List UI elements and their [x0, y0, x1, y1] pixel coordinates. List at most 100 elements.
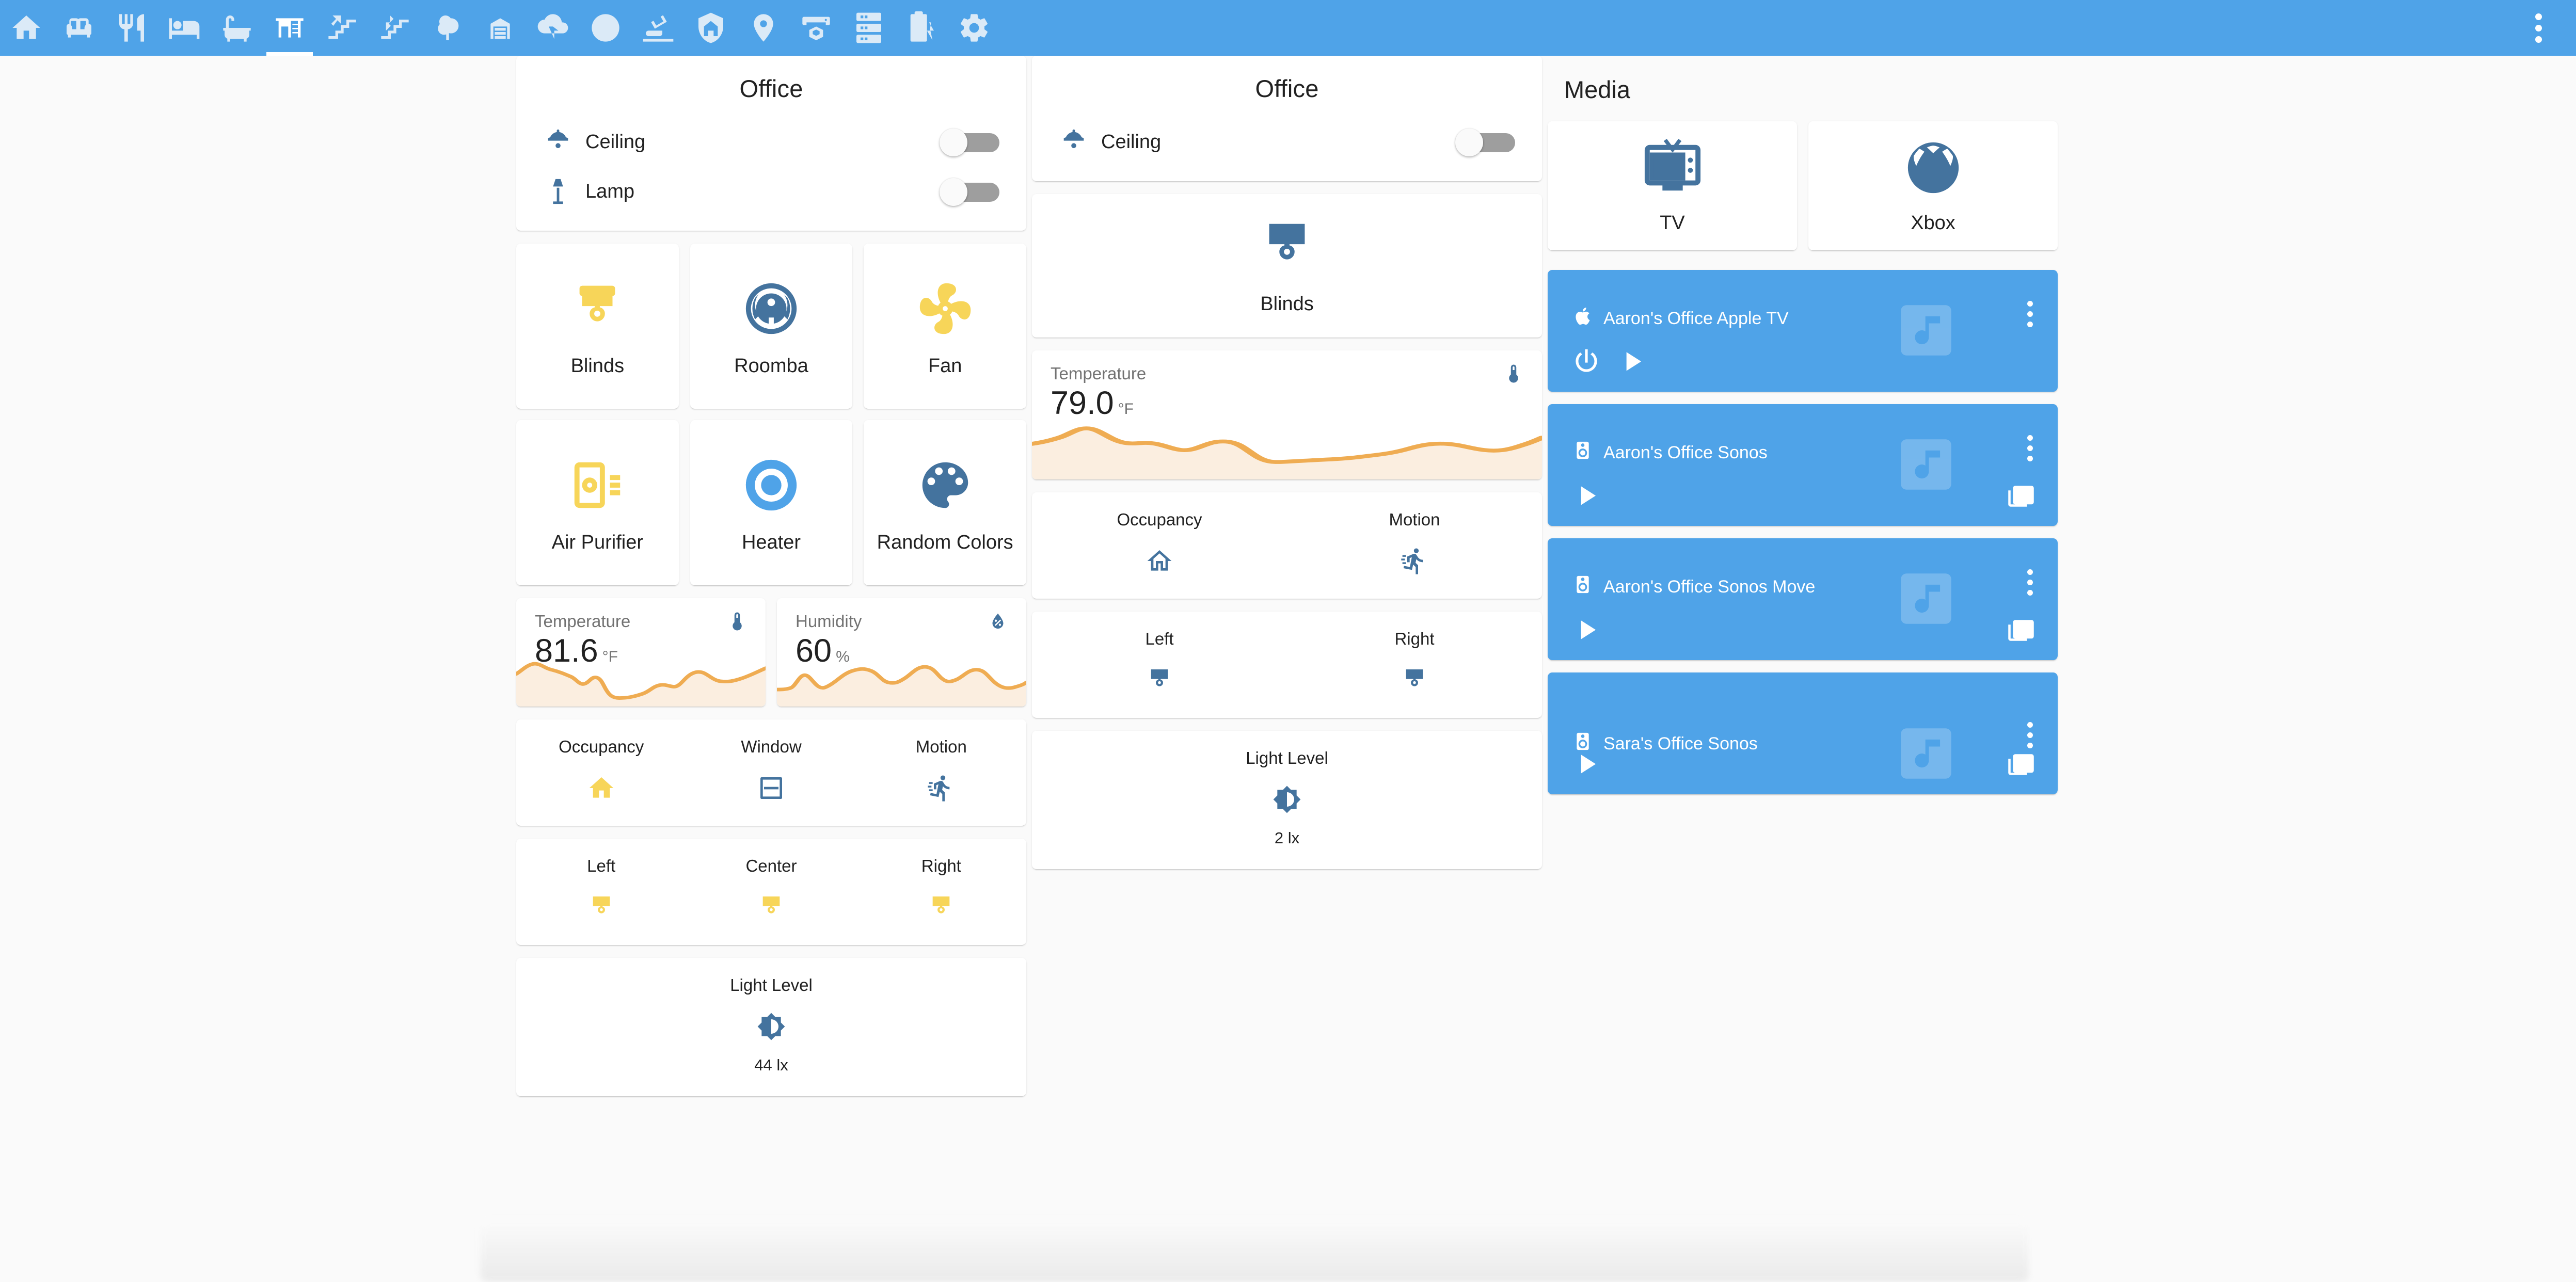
- play-box-multiple-icon[interactable]: [2007, 480, 2035, 510]
- tab-3d-printer[interactable]: [790, 0, 842, 56]
- play-icon[interactable]: [1616, 345, 1648, 377]
- column-1: Office Ceiling Lamp Blinds Roomba Fan Ai…: [516, 56, 1026, 1109]
- sensor-name: Temperature: [1051, 364, 1147, 383]
- play-box-multiple-icon[interactable]: [2007, 748, 2035, 779]
- roller-shade-icon: [927, 891, 956, 923]
- glance-item-right-2[interactable]: Right: [1287, 629, 1542, 696]
- media-player-controls: [1570, 345, 1648, 377]
- brightness-6-icon: [757, 1011, 786, 1043]
- button-blinds[interactable]: Blinds: [516, 244, 679, 409]
- play-icon[interactable]: [1570, 748, 1602, 780]
- glance-item-center[interactable]: Center: [686, 856, 856, 923]
- run-icon: [927, 772, 956, 804]
- cctv-icon: [642, 11, 675, 44]
- media-tile-xbox[interactable]: Xbox: [1808, 121, 2058, 250]
- media-player-overflow-icon[interactable]: [2027, 722, 2033, 748]
- glance-card-binary-sensors-2: Occupancy Motion: [1032, 492, 1542, 599]
- power-icon[interactable]: [1570, 345, 1602, 377]
- tab-security[interactable]: [685, 0, 737, 56]
- glance-item-light-level-2[interactable]: Light Level 2 lx: [1032, 748, 1542, 847]
- media-player-name: Aaron's Office Sonos: [1603, 442, 1768, 462]
- office-lights-card: Office Ceiling Lamp: [516, 56, 1026, 231]
- tab-batteries[interactable]: [895, 0, 948, 56]
- partial-bottom-sheet: [480, 1220, 2029, 1282]
- tab-bathroom[interactable]: [211, 0, 263, 56]
- tab-upstairs[interactable]: [369, 0, 421, 56]
- play-icon[interactable]: [1570, 479, 1602, 511]
- sensor-sparkline: [777, 650, 1026, 707]
- media-player-name: Aaron's Office Sonos Move: [1603, 576, 1816, 597]
- tab-living-room[interactable]: [53, 0, 105, 56]
- glance-label: Left: [1145, 629, 1174, 648]
- play-box-multiple-icon[interactable]: [2007, 614, 2035, 645]
- sensor-sparkline: [516, 650, 766, 707]
- tab-kitchen[interactable]: [105, 0, 158, 56]
- sensor-card-temperature-2[interactable]: Temperature 79.0 °F: [1032, 350, 1542, 479]
- media-player-apple-tv[interactable]: Aaron's Office Apple TV: [1548, 270, 2058, 392]
- glance-item-occupancy[interactable]: Occupancy: [516, 737, 686, 804]
- tab-home[interactable]: [0, 0, 53, 56]
- entity-name: Ceiling: [585, 131, 646, 153]
- bed-icon: [168, 11, 201, 44]
- tab-locations[interactable]: [737, 0, 790, 56]
- tab-bedroom[interactable]: [158, 0, 211, 56]
- button-air-purifier[interactable]: Air Purifier: [516, 420, 679, 585]
- button-blinds-2[interactable]: Blinds: [1032, 194, 1542, 338]
- tab-office[interactable]: [263, 0, 316, 56]
- button-fan[interactable]: Fan: [864, 244, 1026, 409]
- glance-item-motion[interactable]: Motion: [856, 737, 1026, 804]
- entity-row-lamp[interactable]: Lamp: [516, 167, 1026, 216]
- tab-weather[interactable]: [527, 0, 579, 56]
- media-player-aarons-office-sonos-move[interactable]: Aaron's Office Sonos Move: [1548, 538, 2058, 660]
- sensor-card-humidity[interactable]: Humidity 60%: [777, 598, 1026, 707]
- glance-item-left[interactable]: Left: [516, 856, 686, 923]
- media-player-overflow-icon[interactable]: [2027, 435, 2033, 461]
- media-player-title-row: Aaron's Office Apple TV: [1572, 304, 1789, 333]
- television-classic-icon: [1642, 137, 1703, 201]
- media-player-saras-office-sonos[interactable]: Sara's Office Sonos: [1548, 672, 2058, 794]
- toggle-ceiling-2[interactable]: [1455, 127, 1515, 157]
- button-roomba[interactable]: Roomba: [690, 244, 853, 409]
- sensor-card-temperature[interactable]: Temperature 81.6 °F: [516, 598, 766, 707]
- button-heater[interactable]: Heater: [690, 420, 853, 585]
- entity-row-ceiling-2[interactable]: Ceiling: [1032, 117, 1542, 167]
- play-icon[interactable]: [1570, 614, 1602, 646]
- glance-item-light-level[interactable]: Light Level 44 lx: [516, 975, 1026, 1075]
- dots-vertical-icon[interactable]: [2510, 0, 2567, 56]
- printer-3d-icon: [800, 11, 833, 44]
- tab-garage[interactable]: [474, 0, 527, 56]
- media-player-aarons-office-sonos[interactable]: Aaron's Office Sonos: [1548, 404, 2058, 526]
- entity-row-ceiling[interactable]: Ceiling: [516, 117, 1026, 167]
- sofa-icon: [62, 11, 96, 44]
- tab-outside[interactable]: [421, 0, 474, 56]
- speaker-icon: [1572, 438, 1593, 467]
- glance-label: Right: [921, 856, 961, 875]
- music-box-icon: [1893, 720, 1960, 790]
- glance-label: Occupancy: [1117, 510, 1202, 529]
- sensor-value: 79.0: [1051, 385, 1114, 421]
- glance-state: 44 lx: [754, 1056, 788, 1074]
- home-icon: [10, 11, 43, 44]
- glance-item-motion-2[interactable]: Motion: [1287, 510, 1542, 577]
- tab-cameras[interactable]: [632, 0, 685, 56]
- roller-shade-icon: [1400, 664, 1429, 696]
- toggle-lamp[interactable]: [940, 177, 999, 206]
- toggle-ceiling[interactable]: [940, 127, 999, 157]
- media-player-overflow-icon[interactable]: [2027, 569, 2033, 596]
- media-tile-label: TV: [1660, 212, 1685, 234]
- tab-server[interactable]: [842, 0, 895, 56]
- button-random-colors[interactable]: Random Colors: [864, 420, 1026, 585]
- glance-item-left-2[interactable]: Left: [1032, 629, 1287, 696]
- glance-item-window[interactable]: Window: [686, 737, 856, 804]
- media-player-controls: [1570, 748, 1602, 780]
- weather-lightning-icon: [536, 11, 569, 44]
- air-purifier-icon: [567, 452, 628, 518]
- home-outline-icon: [1145, 545, 1174, 577]
- tab-downstairs[interactable]: [316, 0, 369, 56]
- tab-media[interactable]: [579, 0, 632, 56]
- media-tile-tv[interactable]: TV: [1548, 121, 1797, 250]
- tab-settings[interactable]: [948, 0, 1000, 56]
- glance-item-occupancy-2[interactable]: Occupancy: [1032, 510, 1287, 577]
- media-player-overflow-icon[interactable]: [2027, 301, 2033, 327]
- glance-item-right[interactable]: Right: [856, 856, 1026, 923]
